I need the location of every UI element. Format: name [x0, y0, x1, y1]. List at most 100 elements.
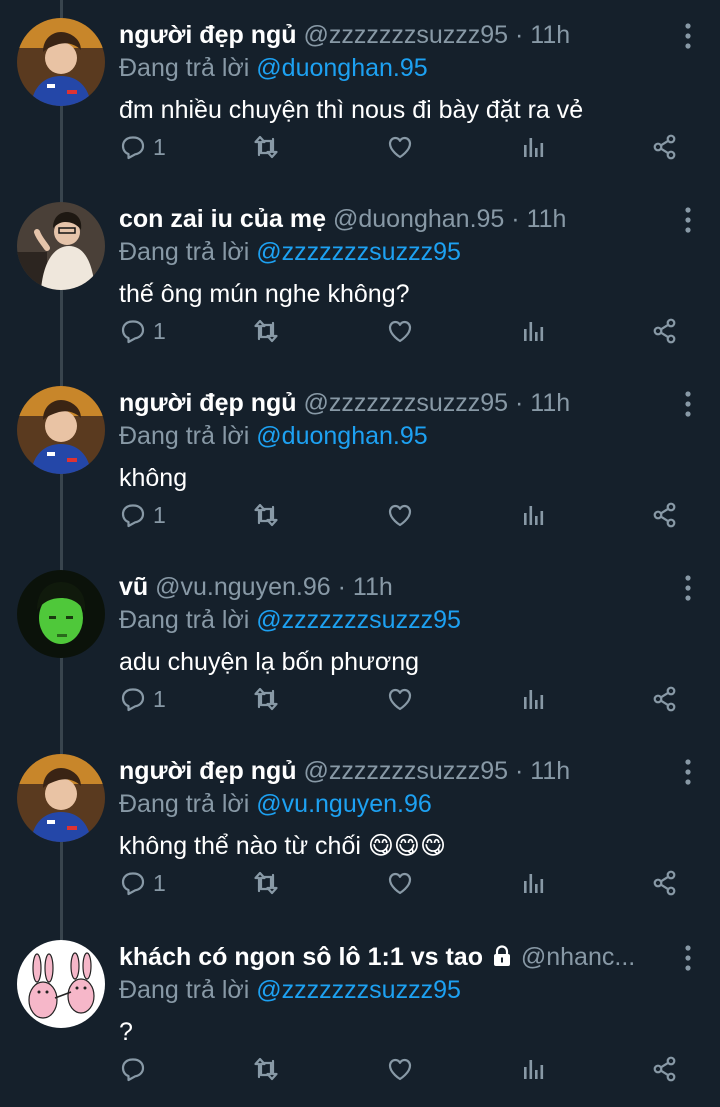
more-vertical-icon[interactable]	[682, 758, 694, 786]
share-button[interactable]	[651, 314, 679, 348]
tweet-actions: 1	[119, 498, 689, 532]
tweet[interactable]: người đẹp ngủ @zzzzzzzsuzzz95 · 11h Đang…	[0, 736, 720, 920]
retweet-icon	[252, 1055, 280, 1083]
analytics-icon	[519, 501, 547, 529]
reply-mention-link[interactable]: @zzzzzzzsuzzz95	[256, 976, 461, 1004]
avatar[interactable]	[17, 386, 105, 474]
like-button[interactable]	[386, 130, 414, 164]
reply-icon	[119, 1055, 147, 1083]
separator-dot: ·	[515, 389, 524, 417]
tweet[interactable]: con zai iu của mẹ @duonghan.95 · 11h Đan…	[0, 184, 720, 368]
yum-emoji-group: 😋😋😋	[367, 831, 447, 860]
analytics-button[interactable]	[519, 314, 547, 348]
analytics-button[interactable]	[519, 498, 547, 532]
reply-button[interactable]: 1	[119, 314, 166, 348]
like-button[interactable]	[386, 682, 414, 716]
reply-prefix: Đang trả lời	[119, 976, 250, 1004]
retweet-button[interactable]	[252, 130, 280, 164]
more-vertical-icon[interactable]	[682, 22, 694, 50]
separator-dot: ·	[511, 205, 520, 233]
reply-mention-link[interactable]: @zzzzzzzsuzzz95	[256, 238, 461, 266]
share-button[interactable]	[651, 682, 679, 716]
share-button[interactable]	[651, 1052, 679, 1086]
tweet[interactable]: khách có ngon sô lô 1:1 vs tao @nhanc...…	[0, 922, 720, 1106]
reply-prefix: Đang trả lời	[119, 54, 250, 82]
reply-count: 1	[153, 133, 166, 160]
reply-button[interactable]: 1	[119, 866, 166, 900]
more-vertical-icon[interactable]	[682, 944, 694, 972]
username[interactable]: @zzzzzzzsuzzz95	[303, 21, 508, 49]
display-name[interactable]: con zai iu của mẹ	[119, 205, 326, 233]
reply-button[interactable]: 1	[119, 682, 166, 716]
reply-icon	[119, 317, 147, 345]
share-button[interactable]	[651, 498, 679, 532]
analytics-button[interactable]	[519, 682, 547, 716]
tweet-actions: 1	[119, 130, 689, 164]
more-vertical-icon[interactable]	[682, 574, 694, 602]
username[interactable]: @duonghan.95	[333, 205, 504, 233]
share-button[interactable]	[651, 866, 679, 900]
reply-button[interactable]: 1	[119, 498, 166, 532]
boy-blue-jersey-avatar	[17, 18, 105, 106]
like-button[interactable]	[386, 314, 414, 348]
share-icon	[651, 869, 679, 897]
avatar[interactable]	[17, 754, 105, 842]
green-face-avatar	[17, 570, 105, 658]
analytics-button[interactable]	[519, 866, 547, 900]
retweet-button[interactable]	[252, 682, 280, 716]
retweet-button[interactable]	[252, 866, 280, 900]
username[interactable]: @zzzzzzzsuzzz95	[303, 389, 508, 417]
tweet[interactable]: vũ @vu.nguyen.96 · 11h Đang trả lời @zzz…	[0, 552, 720, 736]
tweet-header: con zai iu của mẹ @duonghan.95 · 11h	[119, 202, 659, 236]
reply-mention-link[interactable]: @duonghan.95	[256, 422, 427, 450]
analytics-button[interactable]	[519, 130, 547, 164]
heart-icon	[386, 685, 414, 713]
analytics-button[interactable]	[519, 1052, 547, 1086]
heart-icon	[386, 869, 414, 897]
username[interactable]: @zzzzzzzsuzzz95	[303, 757, 508, 785]
person-white-hoodie-avatar	[17, 202, 105, 290]
retweet-button[interactable]	[252, 314, 280, 348]
analytics-icon	[519, 869, 547, 897]
avatar[interactable]	[17, 940, 105, 1028]
share-button[interactable]	[651, 130, 679, 164]
timestamp[interactable]: 11h	[530, 389, 570, 417]
avatar[interactable]	[17, 202, 105, 290]
username[interactable]: @nhanc...	[521, 943, 635, 971]
avatar[interactable]	[17, 18, 105, 106]
timestamp[interactable]: 11h	[530, 757, 570, 785]
reply-context: Đang trả lời @zzzzzzzsuzzz95	[119, 235, 679, 269]
reply-mention-link[interactable]: @zzzzzzzsuzzz95	[256, 606, 461, 634]
retweet-button[interactable]	[252, 1052, 280, 1086]
analytics-icon	[519, 1055, 547, 1083]
reply-mention-link[interactable]: @duonghan.95	[256, 54, 427, 82]
timestamp[interactable]: 11h	[530, 21, 570, 49]
reply-button[interactable]: 1	[119, 130, 166, 164]
username[interactable]: @vu.nguyen.96	[155, 573, 331, 601]
avatar[interactable]	[17, 570, 105, 658]
heart-icon	[386, 1055, 414, 1083]
tweet-text: ?	[119, 1018, 133, 1046]
timestamp[interactable]: 11h	[353, 573, 393, 601]
tweet[interactable]: người đẹp ngủ @zzzzzzzsuzzz95 · 11h Đang…	[0, 368, 720, 552]
retweet-button[interactable]	[252, 498, 280, 532]
reply-prefix: Đang trả lời	[119, 606, 250, 634]
tweet-actions: 1	[119, 314, 689, 348]
more-vertical-icon[interactable]	[682, 390, 694, 418]
reply-mention-link[interactable]: @vu.nguyen.96	[256, 790, 432, 818]
display-name[interactable]: người đẹp ngủ	[119, 389, 297, 417]
display-name[interactable]: vũ	[119, 573, 148, 601]
like-button[interactable]	[386, 498, 414, 532]
tweet[interactable]: người đẹp ngủ @zzzzzzzsuzzz95 · 11h Đang…	[0, 0, 720, 184]
retweet-icon	[252, 685, 280, 713]
display-name[interactable]: người đẹp ngủ	[119, 757, 297, 785]
timestamp[interactable]: 11h	[527, 205, 567, 233]
like-button[interactable]	[386, 1052, 414, 1086]
reply-prefix: Đang trả lời	[119, 238, 250, 266]
display-name[interactable]: người đẹp ngủ	[119, 21, 297, 49]
like-button[interactable]	[386, 866, 414, 900]
more-vertical-icon[interactable]	[682, 206, 694, 234]
display-name[interactable]: khách có ngon sô lô 1:1 vs tao	[119, 943, 483, 971]
reply-button[interactable]	[119, 1052, 153, 1086]
tweet-text: đm nhiều chuyện thì nous đi bày đặt ra v…	[119, 96, 584, 124]
